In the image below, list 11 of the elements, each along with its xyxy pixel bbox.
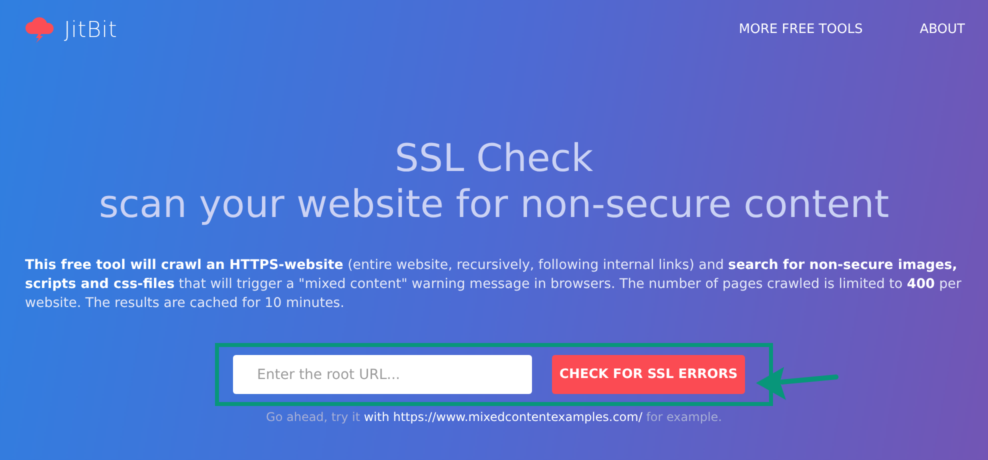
hint-text: Go ahead, try it with https://www.mixedcontentexamples.com/ for example. <box>266 409 722 426</box>
page-title: SSL Check <box>394 136 594 182</box>
page-subtitle: scan your website for non-secure content <box>98 182 890 228</box>
nav-link[interactable]: MORE FREE TOOLS <box>738 20 863 40</box>
brand-name[interactable]: JitBit <box>64 14 118 46</box>
nav-link[interactable]: ABOUT <box>920 20 965 40</box>
cloud-logo-icon <box>24 16 56 44</box>
example-link[interactable]: with https://www.mixedcontentexamples.com/ <box>364 410 642 424</box>
description-text: This free tool will crawl an HTTPS-website (entire website, recursively, following internal links) and search for non-secure images, scripts and css-files that will trigger a "mixed content" warning message in browsers. The number of pages crawled is limited to 400 per website. The results are cached for 10 minutes. <box>24 257 962 313</box>
check-button[interactable]: CHECK FOR SSL ERRORS <box>552 355 745 394</box>
url-input-field[interactable]: Enter the root URL... <box>233 355 532 394</box>
